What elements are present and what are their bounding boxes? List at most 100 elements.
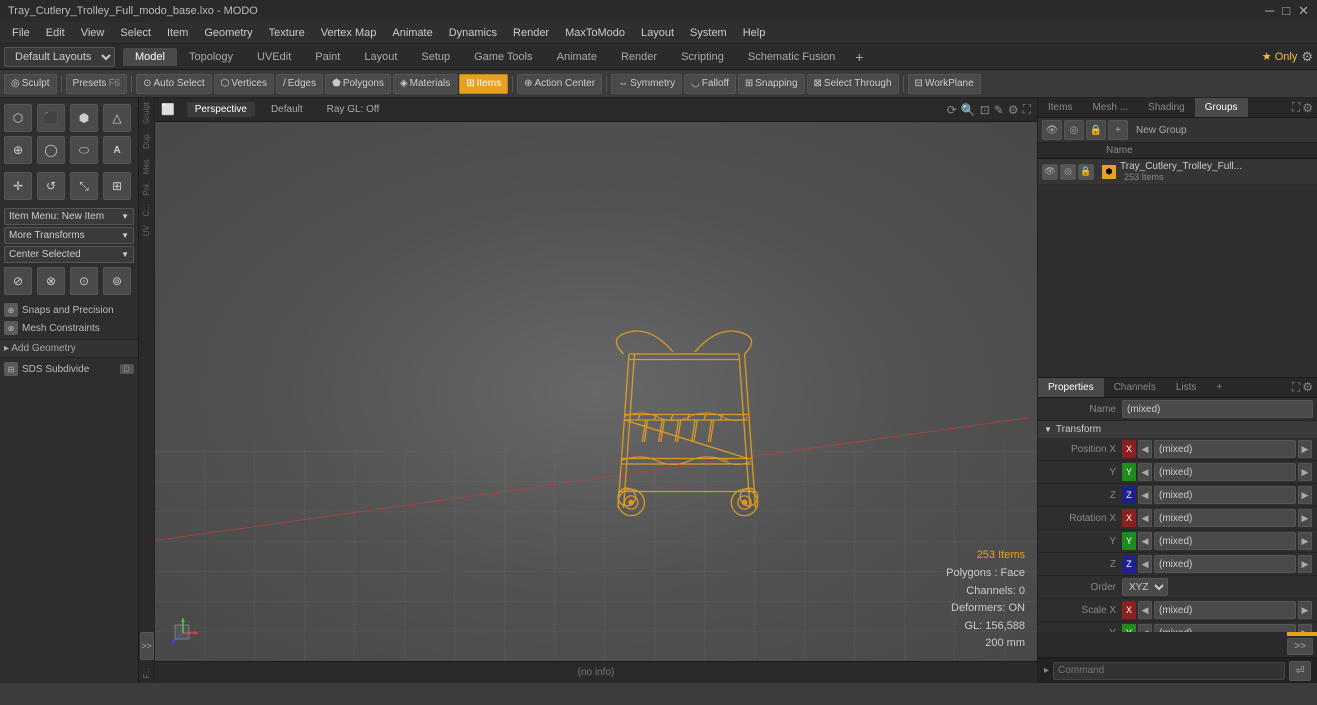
transform-section-header[interactable]: ▼ Transform <box>1038 421 1317 438</box>
menu-animate[interactable]: Animate <box>384 25 440 41</box>
extra-tool-2[interactable]: ⊗ <box>37 267 65 295</box>
menu-help[interactable]: Help <box>735 25 774 41</box>
pos-y-increase[interactable]: ▶ <box>1298 463 1312 481</box>
capsule-tool-btn[interactable]: ⬭ <box>70 136 98 164</box>
tab-mesh[interactable]: Mesh ... <box>1082 98 1138 117</box>
props-settings-icon[interactable]: ⚙ <box>1302 380 1313 395</box>
rot-x-increase[interactable]: ▶ <box>1298 509 1312 527</box>
close-button[interactable]: ✕ <box>1298 3 1309 19</box>
menu-layout[interactable]: Layout <box>633 25 682 41</box>
rot-y-decrease[interactable]: ◀ <box>1138 532 1152 550</box>
extra-tool-3[interactable]: ⊙ <box>70 267 98 295</box>
vp-tab-default[interactable]: Default <box>263 102 311 117</box>
props-expand-icon[interactable]: ⛶ <box>1292 380 1300 395</box>
sculpt-button[interactable]: ◎ Sculpt <box>4 74 57 94</box>
pos-x-input[interactable] <box>1154 440 1296 458</box>
pos-y-input[interactable] <box>1154 463 1296 481</box>
tab-setup[interactable]: Setup <box>409 48 462 66</box>
menu-vertex-map[interactable]: Vertex Map <box>313 25 385 41</box>
items-toolbar-render[interactable]: ◎ <box>1064 120 1084 140</box>
scale-x-decrease[interactable]: ◀ <box>1138 601 1152 619</box>
add-tab-props[interactable]: + <box>1206 378 1232 397</box>
action-center-button[interactable]: ⊕ Action Center <box>517 74 602 94</box>
menu-system[interactable]: System <box>682 25 735 41</box>
layout-selector[interactable]: Default Layouts <box>4 47 115 67</box>
mesh-constraints-btn[interactable]: ⊗ Mesh Constraints <box>0 319 138 337</box>
tab-properties[interactable]: Properties <box>1038 378 1104 397</box>
prop-name-input[interactable] <box>1122 400 1313 418</box>
presets-button[interactable]: Presets F6 <box>66 74 128 94</box>
item-render-btn[interactable]: ◎ <box>1060 164 1076 180</box>
edges-button[interactable]: / Edges <box>276 74 323 94</box>
tab-scripting[interactable]: Scripting <box>669 48 736 66</box>
pos-x-increase[interactable]: ▶ <box>1298 440 1312 458</box>
menu-item[interactable]: Item <box>159 25 196 41</box>
rot-z-input[interactable] <box>1154 555 1296 573</box>
rot-z-increase[interactable]: ▶ <box>1298 555 1312 573</box>
item-lock-btn[interactable]: 🔒 <box>1078 164 1094 180</box>
pos-z-decrease[interactable]: ◀ <box>1138 486 1152 504</box>
tab-game-tools[interactable]: Game Tools <box>462 48 545 66</box>
rotate-tool-btn[interactable]: ↺ <box>37 172 65 200</box>
disc-tool-btn[interactable]: ◯ <box>37 136 65 164</box>
command-submit-btn[interactable]: ⏎ <box>1289 661 1311 681</box>
vp-paint-icon[interactable]: ✎ <box>994 103 1004 117</box>
tab-shading[interactable]: Shading <box>1138 98 1195 117</box>
vp-expand-icon[interactable]: ⬜ <box>161 103 175 116</box>
workplane-button[interactable]: ⊟ WorkPlane <box>908 74 981 94</box>
maximize-button[interactable]: □ <box>1282 3 1290 19</box>
pos-x-decrease[interactable]: ◀ <box>1138 440 1152 458</box>
rot-y-increase[interactable]: ▶ <box>1298 532 1312 550</box>
scale-x-input[interactable] <box>1154 601 1296 619</box>
vp-zoom-icon[interactable]: 🔍 <box>961 103 976 117</box>
cube-tool-btn[interactable]: ⬛ <box>37 104 65 132</box>
sds-subdivide-btn[interactable]: ⊟ SDS Subdivide D <box>0 360 138 378</box>
settings-icon[interactable]: ⚙ <box>1301 49 1313 65</box>
scale-x-increase[interactable]: ▶ <box>1298 601 1312 619</box>
menu-dynamics[interactable]: Dynamics <box>441 25 505 41</box>
item-eye-btn[interactable]: 👁 <box>1042 164 1058 180</box>
settings-icon-top[interactable]: ⚙ <box>1302 101 1313 115</box>
cylinder-tool-btn[interactable]: ⬢ <box>70 104 98 132</box>
order-select[interactable]: XYZ XZY YXZ YZX ZXY ZYX <box>1122 578 1168 596</box>
tab-schematic[interactable]: Schematic Fusion <box>736 48 847 66</box>
select-through-button[interactable]: ⊠ Select Through <box>807 74 899 94</box>
menu-render[interactable]: Render <box>505 25 557 41</box>
snapping-button[interactable]: ⊞ Snapping <box>738 74 805 94</box>
vp-fullscreen-icon[interactable]: ⛶ <box>1023 102 1031 117</box>
scale-y-input[interactable] <box>1154 624 1296 632</box>
cone-tool-btn[interactable]: △ <box>103 104 131 132</box>
free-transform-btn[interactable]: ⊞ <box>103 172 131 200</box>
add-geometry-section[interactable]: ▸ Add Geometry <box>0 339 138 358</box>
items-toolbar-add[interactable]: + <box>1108 120 1128 140</box>
expand-icon[interactable]: ⛶ <box>1292 100 1300 115</box>
tab-render[interactable]: Render <box>609 48 669 66</box>
properties-scroll[interactable]: Name ▼ Transform Position X X ◀ ▶ <box>1038 398 1317 632</box>
rot-z-decrease[interactable]: ◀ <box>1138 555 1152 573</box>
items-toolbar-lock[interactable]: 🔒 <box>1086 120 1106 140</box>
tab-model[interactable]: Model <box>123 48 177 66</box>
snaps-precision-btn[interactable]: ⊕ Snaps and Precision <box>0 301 138 319</box>
pos-z-increase[interactable]: ▶ <box>1298 486 1312 504</box>
vertices-button[interactable]: ⬡ Vertices <box>214 74 274 94</box>
minimize-button[interactable]: ─ <box>1265 3 1274 19</box>
falloff-button[interactable]: ◡ Falloff <box>684 74 736 94</box>
menu-select[interactable]: Select <box>112 25 159 41</box>
menu-texture[interactable]: Texture <box>261 25 313 41</box>
add-tab-button[interactable]: + <box>847 47 871 67</box>
extra-tool-4[interactable]: ⊚ <box>103 267 131 295</box>
torus-tool-btn[interactable]: ⊕ <box>4 136 32 164</box>
scale-tool-btn[interactable]: ⤡ <box>70 172 98 200</box>
rot-x-input[interactable] <box>1154 509 1296 527</box>
expand-left-btn[interactable]: >> <box>140 632 154 660</box>
items-button[interactable]: ⊞ Items <box>459 74 508 94</box>
move-tool-btn[interactable]: ✛ <box>4 172 32 200</box>
menu-geometry[interactable]: Geometry <box>196 25 260 41</box>
pos-z-input[interactable] <box>1154 486 1296 504</box>
pos-y-decrease[interactable]: ◀ <box>1138 463 1152 481</box>
symmetry-button[interactable]: ⇔ Symmetry <box>611 74 682 94</box>
command-input[interactable] <box>1053 662 1285 680</box>
list-item[interactable]: 👁 ◎ 🔒 ⬢ Tray_Cutlery_Trolley_Full... 253… <box>1038 159 1317 185</box>
sphere-tool-btn[interactable]: ⬡ <box>4 104 32 132</box>
auto-select-button[interactable]: ⊙ Auto Select <box>136 74 212 94</box>
